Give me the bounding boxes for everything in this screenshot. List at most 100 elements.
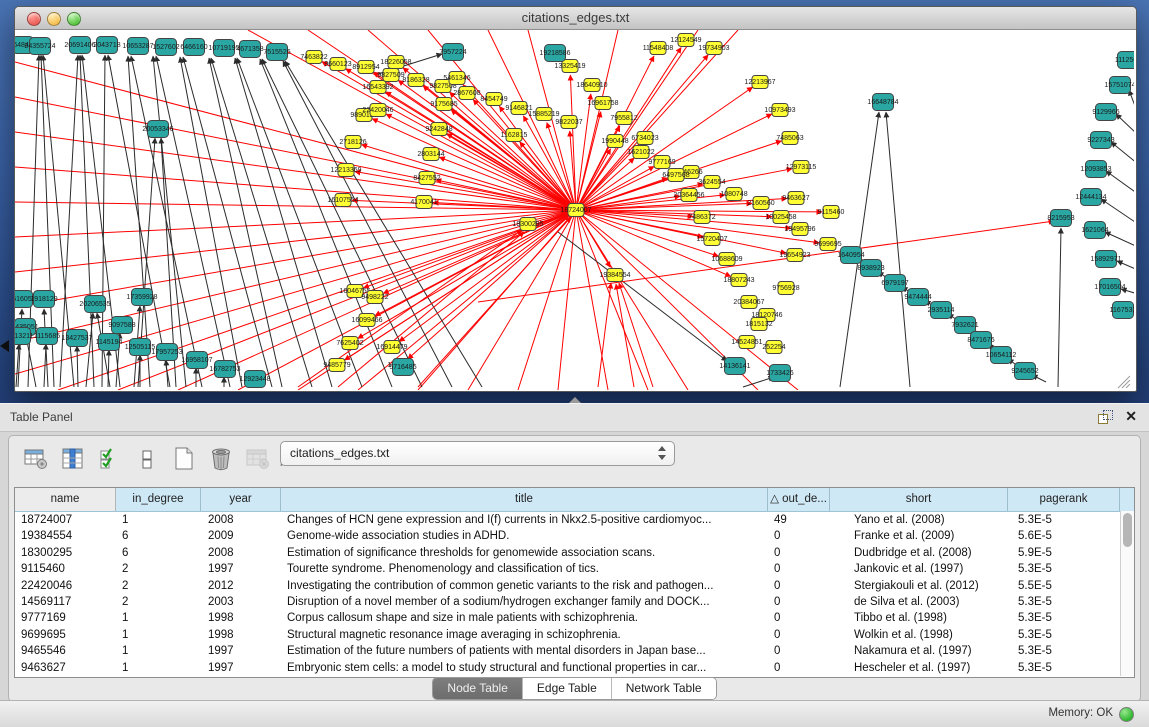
graph-node-label: 18300295 [512, 221, 543, 228]
table-row[interactable]: 2242004622012Investigating the contribut… [15, 578, 1134, 594]
table-cell: 2 [116, 561, 201, 577]
table-cell: 1 [116, 643, 201, 659]
table-select-dropdown[interactable]: citations_edges.txt [280, 441, 675, 466]
column-header-year[interactable]: year [201, 488, 281, 511]
close-panel-icon[interactable]: ✕ [1125, 408, 1137, 425]
table-cell: 19384554 [15, 528, 116, 544]
graph-node-label: 1815132 [745, 321, 772, 328]
graph-node-label: 11548408 [643, 45, 674, 52]
scrollbar-thumb[interactable] [1123, 513, 1132, 547]
graph-node-label: 19654923 [779, 252, 810, 259]
column-header-pagerank[interactable]: pagerank [1008, 488, 1120, 511]
graph-node-label: 9115460 [818, 209, 845, 216]
column-header-title[interactable]: title [281, 488, 768, 511]
table-settings-button[interactable] [23, 446, 49, 472]
graph-node-label: 15885219 [528, 111, 559, 118]
graph-node-label: 2160560 [747, 200, 774, 207]
graph-node-label: 16958107 [181, 357, 212, 364]
table-cell: 1 [116, 660, 201, 676]
table-header-row: namein_degreeyeartitle△ out_de...shortpa… [15, 488, 1134, 512]
graph-node-label: 18226058 [380, 59, 411, 66]
graph-node-label: 6979197 [881, 280, 908, 287]
table-row[interactable]: 1872400712008Changes of HCN gene express… [15, 512, 1134, 528]
table-cell: 9465546 [15, 643, 116, 659]
graph-node-label: 22420046 [362, 107, 393, 114]
graph-node-label: 252254 [762, 344, 785, 351]
window-titlebar[interactable]: citations_edges.txt [15, 7, 1136, 30]
table-row[interactable]: 911546021997Tourette syndrome. Phenomeno… [15, 561, 1134, 577]
table-cell: 0 [768, 610, 830, 626]
graph-node-label: 6466160 [180, 44, 207, 51]
table-cell: 1 [116, 627, 201, 643]
table-cell: 6 [116, 545, 201, 561]
show-column-button[interactable] [60, 446, 86, 472]
graph-node-label: 9822037 [555, 119, 582, 126]
table-tabs-segmented-control: Node Table Edge Table Network Table [432, 677, 716, 700]
table-cell: 5.5E-5 [1008, 578, 1120, 594]
graph-node-label: 4170041 [410, 199, 437, 206]
graph-node-label: 2043718 [93, 42, 120, 49]
table-cell: Yano et al. (2008) [830, 512, 1008, 528]
graph-node-label: 20364456 [673, 192, 704, 199]
graph-node-label: 8912954 [352, 64, 379, 71]
network-window: citations_edges.txt 18724007161075541221… [14, 6, 1137, 392]
table-row[interactable]: 977716911998Corpus callosum shape and si… [15, 610, 1134, 626]
table-cell: de Silva et al. (2003) [830, 594, 1008, 610]
table-vertical-scrollbar[interactable] [1120, 511, 1134, 676]
network-canvas[interactable]: 1872400716107554122133692718126989012322… [15, 30, 1134, 390]
graph-node-label: 18807243 [723, 277, 754, 284]
column-header-short[interactable]: short [830, 488, 1008, 511]
graph-node-label: 7515526 [263, 49, 290, 56]
tab-edge-table[interactable]: Edge Table [523, 678, 612, 699]
table-cell: 1998 [201, 610, 281, 626]
table-cell: 0 [768, 561, 830, 577]
float-panel-icon[interactable] [1098, 410, 1113, 424]
graph-node-label: 2867608 [453, 90, 480, 97]
table-cell: 2009 [201, 528, 281, 544]
graph-node-label: 1621022 [627, 149, 654, 156]
select-all-button[interactable] [97, 446, 123, 472]
application-screen: citations_edges.txt 18724007161075541221… [0, 0, 1149, 727]
graph-node-label: 9175685 [430, 101, 457, 108]
new-table-button[interactable] [171, 446, 197, 472]
graph-node-label: 7625402 [336, 340, 363, 347]
column-header-in_degree[interactable]: in_degree [116, 488, 201, 511]
tab-node-table[interactable]: Node Table [433, 678, 523, 699]
graph-node-label: 12124549 [670, 37, 701, 44]
table-row[interactable]: 946362711997Embryonic stem cells: a mode… [15, 660, 1134, 676]
window-resize-grip[interactable] [1118, 376, 1130, 388]
table-row[interactable]: 946554611997Estimation of the future num… [15, 643, 1134, 659]
column-header-name[interactable]: name [15, 488, 116, 511]
column-header-out_degree[interactable]: △ out_de... [768, 488, 830, 511]
graph-node-label: 19218586 [539, 50, 570, 57]
table-cell: 5.3E-5 [1008, 643, 1120, 659]
table-cell: 5.3E-5 [1008, 660, 1120, 676]
graph-node-label: 9699695 [814, 241, 841, 248]
graph-node-label: 5716485 [389, 364, 416, 371]
graph-node-label: 16099466 [351, 317, 382, 324]
graph-node-label: 10719195 [208, 45, 239, 52]
collapsed-panel-arrow-icon[interactable] [0, 340, 9, 352]
delete-table-button[interactable] [245, 446, 271, 472]
table-tabs-row: Node Table Edge Table Network Table [9, 677, 1140, 700]
node-table: namein_degreeyeartitle△ out_de...shortpa… [14, 487, 1135, 678]
graph-node-label: 8938923 [857, 265, 884, 272]
graph-node-label: 9097588 [108, 322, 135, 329]
unselect-all-button[interactable] [134, 446, 160, 472]
table-row[interactable]: 969969511998Structural magnetic resonanc… [15, 627, 1134, 643]
table-toolbar: f(x) [23, 443, 308, 475]
tab-network-table[interactable]: Network Table [612, 678, 716, 699]
graph-node-label: 9242848 [425, 126, 452, 133]
graph-node-label: 1112503 [1115, 57, 1134, 64]
delete-entries-button[interactable] [208, 446, 234, 472]
graph-node-label: 7485063 [776, 135, 803, 142]
table-row[interactable]: 1456911722003Disruption of a novel membe… [15, 594, 1134, 610]
graph-node-label: 13325419 [554, 63, 585, 70]
window-title: citations_edges.txt [15, 10, 1136, 25]
table-row[interactable]: 1830029562008Estimation of significance … [15, 545, 1134, 561]
table-cell: 9115460 [15, 561, 116, 577]
graph-node-label: 1733426 [766, 370, 793, 377]
graph-node-label: 3913211 [15, 333, 33, 340]
table-row[interactable]: 1938455462009Genome-wide association stu… [15, 528, 1134, 544]
table-cell: Jankovic et al. (1997) [830, 561, 1008, 577]
